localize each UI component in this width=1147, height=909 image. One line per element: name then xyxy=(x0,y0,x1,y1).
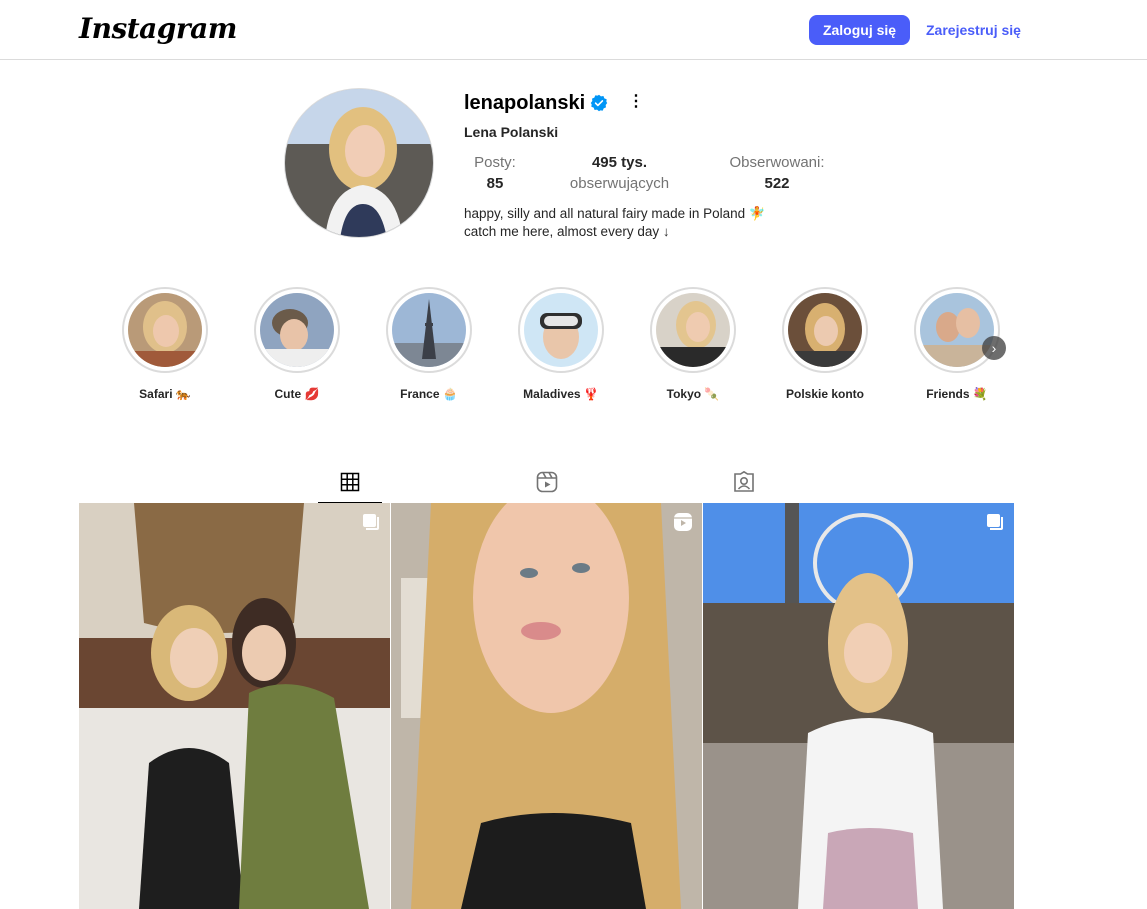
verified-badge-icon xyxy=(590,94,608,112)
posts-stat-label: Posty: xyxy=(474,154,516,171)
highlight-label: Polskie konto xyxy=(785,387,865,401)
post-thumbnail-2[interactable] xyxy=(391,503,702,909)
profile-bio: happy, silly and all natural fairy made … xyxy=(464,205,766,241)
highlights-next-arrow-icon[interactable]: › xyxy=(982,336,1006,360)
highlight-label: Safari 🐅 xyxy=(139,387,191,401)
posts-stat-value: 85 xyxy=(486,175,504,192)
highlight-label: Tokyo 🍡 xyxy=(666,387,720,401)
highlight-polskie-konto[interactable]: Polskie konto xyxy=(780,287,870,401)
post-thumbnail-1[interactable] xyxy=(79,503,390,909)
highlight-france[interactable]: France 🧁 xyxy=(384,287,474,401)
highlight-thumbnail xyxy=(260,293,334,367)
highlight-tokyo[interactable]: Tokyo 🍡 xyxy=(648,287,738,401)
reels-icon xyxy=(536,471,558,493)
profile-username: lenapolanski xyxy=(464,92,586,114)
profile-full-name: Lena Polanski xyxy=(464,124,559,140)
tagged-icon xyxy=(734,471,754,492)
instagram-logo[interactable]: Instagram xyxy=(79,12,237,45)
profile-avatar[interactable] xyxy=(284,88,434,238)
reel-icon xyxy=(674,513,692,531)
followers-stat[interactable]: 495 tys. obserwujących xyxy=(562,152,677,194)
posts-grid-icon xyxy=(340,472,360,492)
signup-link[interactable]: Zarejestruj się xyxy=(926,22,1021,38)
following-stat-label: Obserwowani: xyxy=(729,154,825,171)
highlight-thumbnail xyxy=(788,293,862,367)
followers-stat-value: 495 tys. xyxy=(591,154,648,171)
highlight-label: Friends 💐 xyxy=(926,387,988,401)
carousel-icon xyxy=(363,514,379,530)
followers-stat-label: obserwujących xyxy=(569,175,670,192)
following-stat-value: 522 xyxy=(764,175,790,192)
highlight-cute[interactable]: Cute 💋 xyxy=(252,287,342,401)
post-thumbnail-3[interactable] xyxy=(703,503,1014,909)
tab-reels[interactable] xyxy=(515,462,579,502)
highlight-label: Maladives 🦞 xyxy=(523,387,599,401)
more-options-icon[interactable]: ⋮ xyxy=(628,94,644,110)
highlight-label: Cute 💋 xyxy=(274,387,320,401)
tab-posts[interactable] xyxy=(318,462,382,504)
highlight-maladives[interactable]: Maladives 🦞 xyxy=(516,287,606,401)
highlight-thumbnail xyxy=(656,293,730,367)
tab-tagged[interactable] xyxy=(712,462,776,502)
top-bar: Instagram Zaloguj się Zarejestruj się xyxy=(0,0,1147,60)
highlight-thumbnail xyxy=(524,293,598,367)
posts-stat: Posty: 85 xyxy=(470,152,520,194)
highlight-safari[interactable]: Safari 🐅 xyxy=(120,287,210,401)
following-stat[interactable]: Obserwowani: 522 xyxy=(723,152,831,194)
carousel-icon xyxy=(987,514,1003,530)
login-button[interactable]: Zaloguj się xyxy=(809,15,910,45)
highlight-thumbnail xyxy=(392,293,466,367)
highlight-label: France 🧁 xyxy=(400,387,458,401)
bio-line-2: catch me here, almost every day ↓ xyxy=(464,224,670,239)
bio-line-1: happy, silly and all natural fairy made … xyxy=(464,206,766,221)
highlight-thumbnail xyxy=(920,293,994,367)
highlight-thumbnail xyxy=(128,293,202,367)
